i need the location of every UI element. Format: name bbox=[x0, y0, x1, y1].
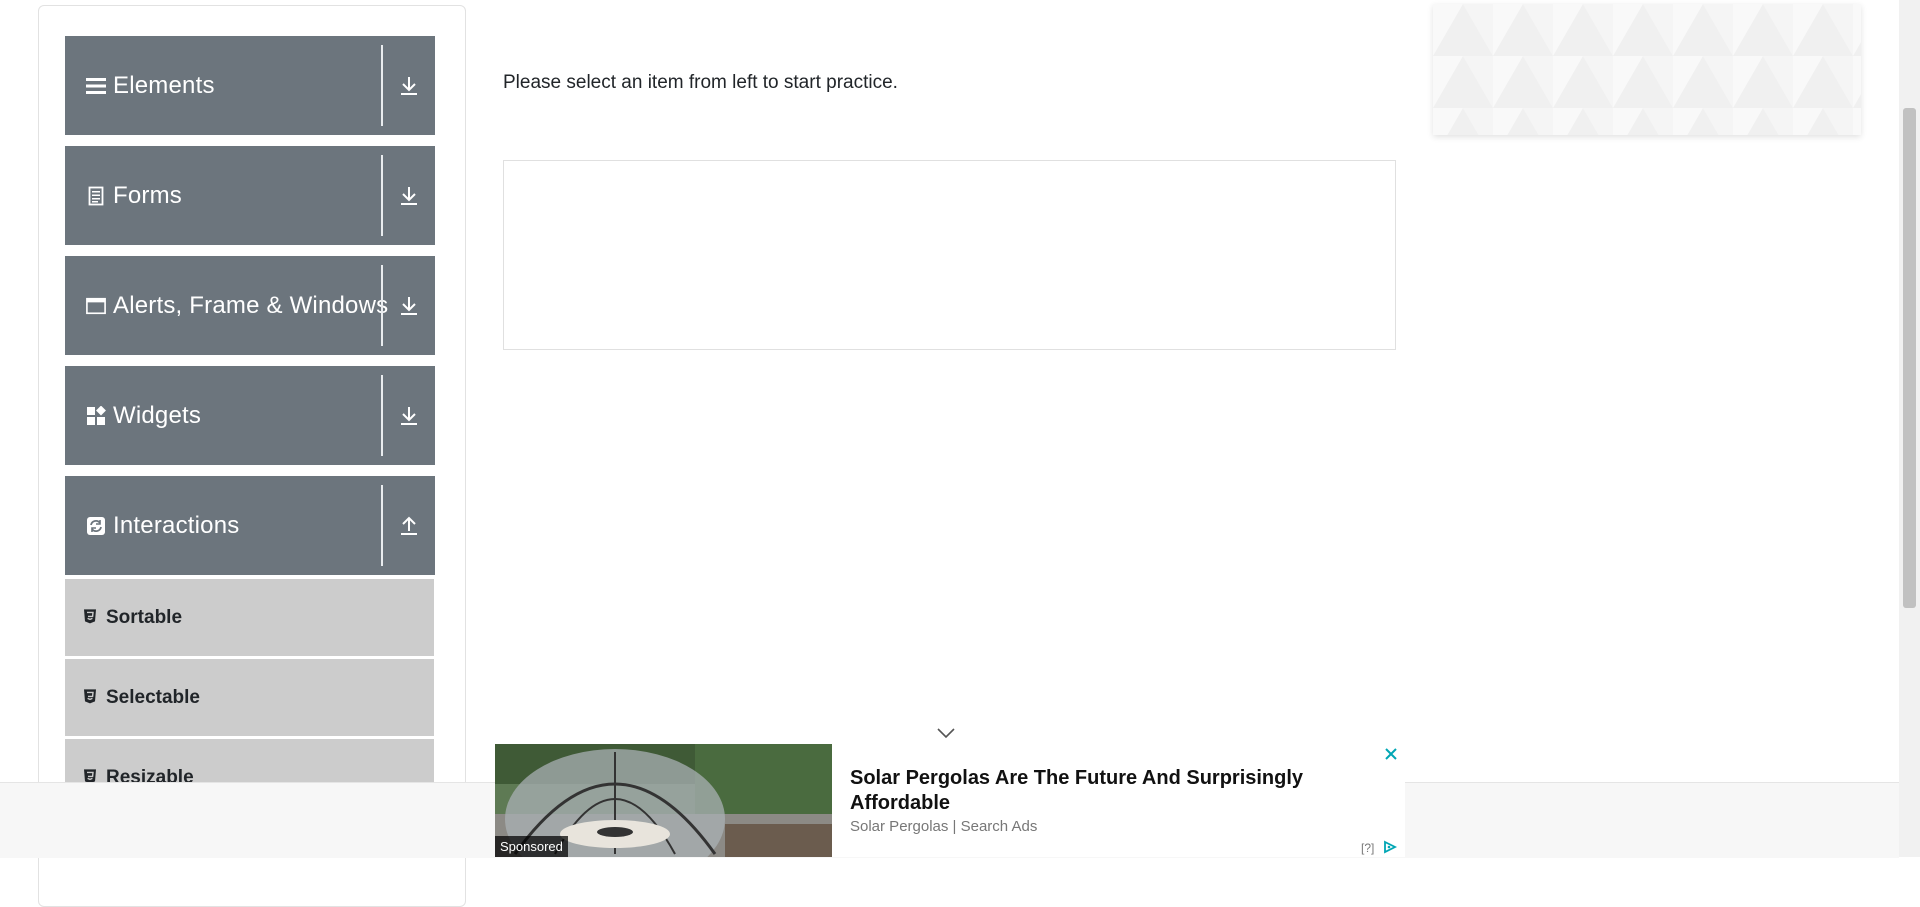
ad-help-link[interactable]: [?] bbox=[1361, 841, 1374, 855]
divider bbox=[381, 45, 383, 126]
divider bbox=[381, 375, 383, 456]
refresh-icon bbox=[86, 516, 106, 536]
group-label: Alerts, Frame & Windows bbox=[113, 291, 389, 319]
download-arrow-icon[interactable] bbox=[395, 182, 423, 210]
group-label: Widgets bbox=[113, 401, 202, 429]
group-label: Interactions bbox=[113, 511, 240, 539]
menu-item-sortable[interactable]: Sortable bbox=[65, 578, 434, 656]
ad-banner-top[interactable] bbox=[1433, 4, 1861, 135]
chevron-down-icon[interactable] bbox=[936, 726, 956, 740]
download-arrow-icon[interactable] bbox=[395, 292, 423, 320]
menu-item-label: Sortable bbox=[106, 606, 183, 628]
upload-arrow-icon[interactable] bbox=[395, 512, 423, 540]
group-label: Elements bbox=[113, 71, 215, 99]
scrollbar-thumb[interactable] bbox=[1903, 108, 1916, 608]
divider bbox=[381, 265, 383, 346]
ad-bottom[interactable]: Sponsored Solar Pergolas Are The Future … bbox=[495, 744, 1405, 857]
close-icon[interactable] bbox=[1383, 746, 1399, 762]
ad-headline[interactable]: Solar Pergolas Are The Future And Surpri… bbox=[850, 766, 1320, 816]
html5-icon bbox=[83, 608, 97, 624]
group-widgets[interactable]: Widgets bbox=[65, 366, 435, 465]
download-arrow-icon[interactable] bbox=[395, 402, 423, 430]
ad-pattern bbox=[1433, 4, 1861, 135]
practice-area bbox=[503, 160, 1396, 350]
download-arrow-icon[interactable] bbox=[395, 72, 423, 100]
group-interactions[interactable]: Interactions bbox=[65, 476, 435, 575]
ad-source[interactable]: Solar Pergolas | Search Ads bbox=[850, 818, 1037, 835]
adchoices-icon[interactable] bbox=[1382, 840, 1398, 854]
group-alerts-frame-windows[interactable]: Alerts, Frame & Windows bbox=[65, 256, 435, 355]
ad-image[interactable]: Sponsored bbox=[495, 744, 832, 857]
group-elements[interactable]: Elements bbox=[65, 36, 435, 135]
group-label: Forms bbox=[113, 181, 182, 209]
menu-item-label: Selectable bbox=[106, 686, 200, 708]
group-forms[interactable]: Forms bbox=[65, 146, 435, 245]
divider bbox=[381, 485, 383, 566]
widgets-icon bbox=[86, 405, 106, 426]
practice-prompt: Please select an item from left to start… bbox=[503, 72, 898, 93]
window-icon bbox=[86, 296, 106, 316]
divider bbox=[381, 155, 383, 236]
sponsored-label: Sponsored bbox=[495, 836, 568, 857]
document-icon bbox=[86, 186, 106, 206]
html5-icon bbox=[83, 688, 97, 704]
menu-icon bbox=[86, 76, 106, 96]
menu-item-selectable[interactable]: Selectable bbox=[65, 658, 434, 736]
